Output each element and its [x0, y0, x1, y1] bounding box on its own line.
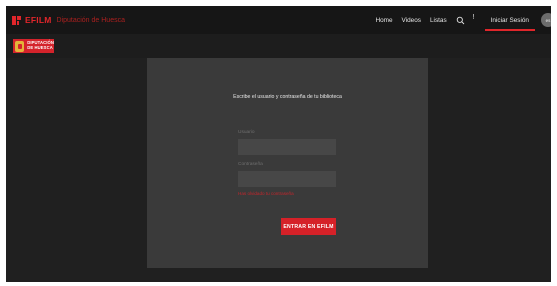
top-navigation-bar: EFILM Diputación de Huesca Home Videos L… — [6, 6, 551, 34]
main-nav: Home Videos Listas ! Iniciar Sesión es — [375, 6, 551, 34]
diputacion-huesca-logo[interactable]: DIPUTACIÓN DE HUESCA — [13, 39, 54, 53]
user-field[interactable] — [238, 139, 336, 155]
brand-subtitle: Diputación de Huesca — [56, 16, 126, 24]
institution-bar: DIPUTACIÓN DE HUESCA — [6, 34, 551, 58]
user-label: Usuario — [238, 130, 255, 135]
institution-line-2: DE HUESCA — [27, 45, 53, 50]
nav-videos[interactable]: Videos — [402, 17, 421, 24]
search-icon[interactable] — [456, 16, 465, 25]
password-field[interactable] — [238, 171, 336, 187]
diputacion-emblem-icon — [15, 40, 25, 52]
nav-home[interactable]: Home — [375, 17, 392, 24]
language-selector[interactable]: es — [541, 13, 551, 27]
password-label: Contraseña — [238, 162, 263, 167]
login-submit-button[interactable]: ENTRAR EN EFILM — [281, 218, 336, 235]
forgot-password-link[interactable]: Has olvidado tu contraseña — [238, 191, 294, 196]
brand[interactable]: EFILM Diputación de Huesca — [12, 14, 125, 26]
alert-icon[interactable]: ! — [473, 14, 475, 21]
nav-listas[interactable]: Listas — [430, 17, 447, 24]
login-card: Escribe el usuario y contraseña de tu bi… — [147, 58, 428, 268]
app-window: EFILM Diputación de Huesca Home Videos L… — [6, 6, 551, 282]
efilm-logo-icon — [12, 15, 21, 25]
brand-name: EFILM — [25, 15, 52, 25]
login-nav-link[interactable]: Iniciar Sesión — [484, 6, 536, 34]
login-title: Escribe el usuario y contraseña de tu bi… — [233, 94, 342, 100]
